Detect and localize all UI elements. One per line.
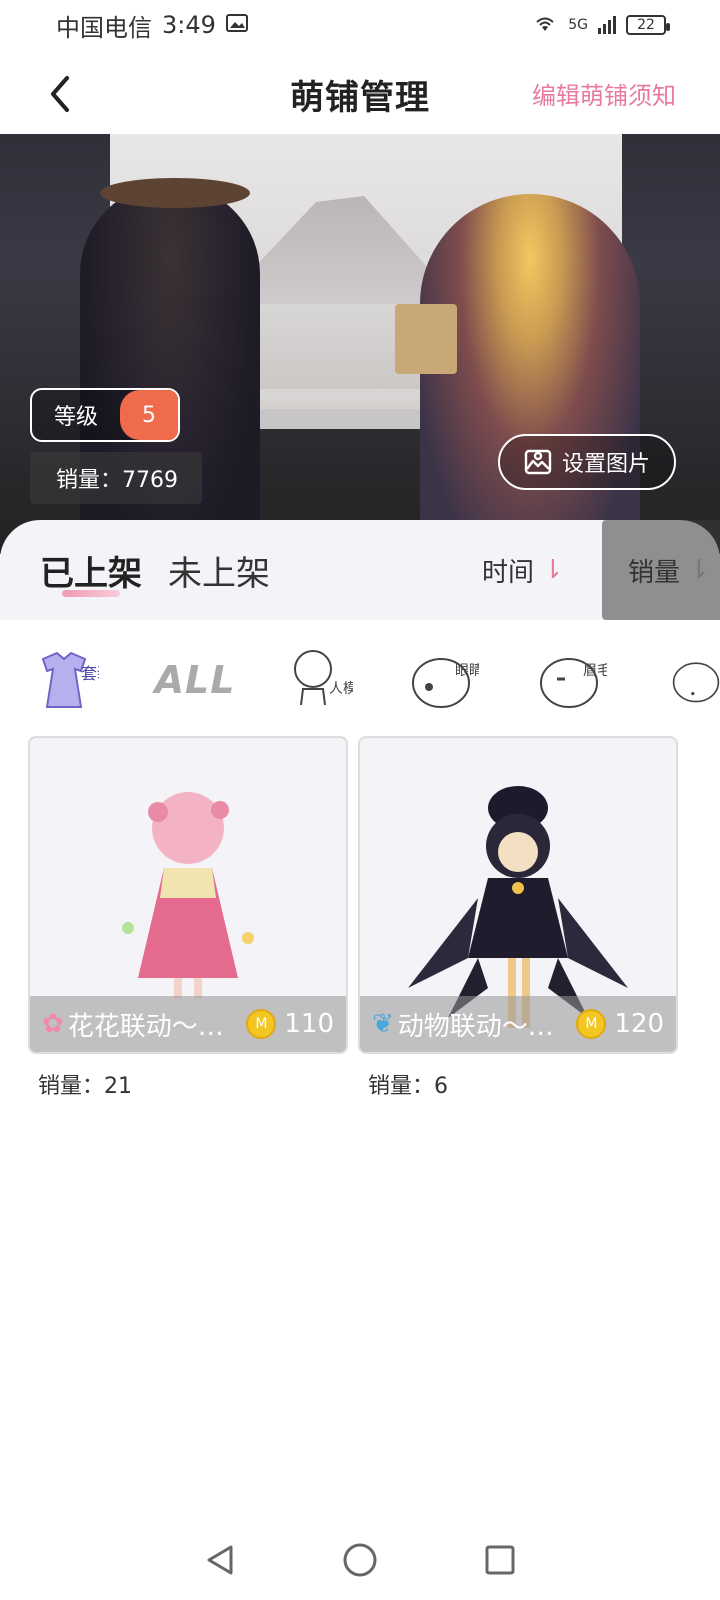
nav-recents-button[interactable]: [480, 1540, 520, 1580]
signal-icon: [598, 16, 616, 34]
status-bar: 中国电信 3:49 5G 22: [0, 0, 720, 50]
product-price: 110: [284, 1009, 334, 1039]
level-value: 5: [120, 390, 178, 440]
sort-sales-label: 销量: [628, 557, 681, 588]
listing-tabs: 已上架 未上架 时间 ⇂ 销量 ⇂: [0, 520, 720, 620]
battery-level: 22: [637, 17, 655, 33]
edit-notice-button[interactable]: 编辑萌铺须知: [532, 76, 676, 111]
nav-bar: 萌铺管理 编辑萌铺须知: [0, 56, 720, 132]
square-recents-icon: [485, 1545, 515, 1575]
product-card[interactable]: ✿ 花花联动～… M 110: [28, 736, 348, 1054]
flower-icon: ✿: [42, 1009, 64, 1039]
product-sales: 销量：6: [368, 1074, 448, 1099]
category-row: 套装 ALL 人模 眼睛 眉毛: [0, 640, 720, 720]
banner-hat: [100, 178, 250, 208]
category-label: 眼睛: [455, 663, 479, 679]
product-bar: ❦ 动物联动～… M 120: [360, 996, 676, 1052]
chevron-left-icon: [51, 76, 69, 112]
network-type: 5G: [568, 17, 588, 33]
category-label: 眉毛: [583, 663, 607, 679]
category-outfit[interactable]: 套装: [28, 644, 100, 716]
image-edit-icon: [524, 449, 552, 475]
product-price: 120: [614, 1009, 664, 1039]
product-sales: 销量：21: [38, 1074, 132, 1099]
product-grid: ✿ 花花联动～… M 110 销量：21 ❦ 动物联动～… M 120 销量：6: [28, 736, 692, 1100]
banner-bag: [395, 304, 457, 374]
category-more[interactable]: [664, 644, 720, 716]
image-icon: [225, 11, 248, 39]
total-sales: 销量：7769: [30, 452, 202, 504]
product-card[interactable]: ❦ 动物联动～… M 120: [358, 736, 678, 1054]
sort-by-time[interactable]: 时间 ⇂: [482, 520, 564, 620]
wifi-icon: [532, 13, 558, 37]
face-icon: [672, 662, 720, 703]
nav-back-button[interactable]: [200, 1540, 240, 1580]
carrier: 中国电信: [56, 13, 152, 42]
circle-home-icon: [343, 1543, 377, 1577]
nav-home-button[interactable]: [340, 1540, 380, 1580]
banner-character-right: [420, 194, 640, 554]
time: 3:49: [162, 11, 216, 39]
category-label: 人模: [329, 681, 353, 697]
eyes-icon: 眼睛: [412, 658, 479, 708]
product-name: 花花联动～…: [67, 1011, 224, 1042]
level-badge: 等级 5: [30, 388, 180, 442]
category-all[interactable]: ALL: [150, 644, 240, 716]
bird-icon: ❦: [372, 1009, 394, 1039]
battery-icon: 22: [626, 15, 670, 35]
set-image-button[interactable]: 设置图片: [498, 434, 676, 490]
coin-icon: M: [576, 1009, 607, 1039]
system-nav: [0, 1520, 720, 1600]
shop-banner: 等级 5 销量：7769 设置图片: [0, 134, 720, 554]
category-all-label: ALL: [154, 658, 236, 702]
category-eyes[interactable]: 眼睛: [408, 644, 480, 716]
level-label: 等级: [53, 405, 98, 430]
eyebrows-icon: 眉毛: [540, 658, 607, 708]
category-model[interactable]: 人模: [282, 644, 354, 716]
sort-arrow-icon: ⇂: [542, 555, 564, 585]
coin-icon: M: [246, 1009, 277, 1039]
set-image-label: 设置图片: [561, 452, 650, 477]
status-left: 中国电信 3:49: [56, 8, 248, 43]
model-icon: 人模: [294, 650, 353, 706]
product-image: [122, 792, 254, 998]
page-title: 萌铺管理: [290, 77, 430, 118]
sort-by-sales[interactable]: 销量 ⇂: [602, 520, 720, 620]
page: 中国电信 3:49 5G 22 萌铺管理 编辑萌铺须知 等级 5 销量：7769…: [0, 0, 720, 1600]
sort-arrow-icon: ⇂: [688, 555, 710, 585]
sort-time-label: 时间: [482, 557, 535, 588]
category-label: 套装: [81, 664, 99, 683]
outfit-icon: 套装: [41, 651, 99, 708]
product-item[interactable]: ❦ 动物联动～… M 120 销量：6: [358, 736, 678, 1100]
product-item[interactable]: ✿ 花花联动～… M 110 销量：21: [28, 736, 348, 1100]
category-eyebrows[interactable]: 眉毛: [536, 644, 608, 716]
status-right: 5G 22: [532, 13, 670, 37]
product-name: 动物联动～…: [397, 1011, 554, 1042]
tab-unlisted[interactable]: 未上架: [168, 546, 270, 595]
triangle-back-icon: [207, 1545, 233, 1575]
back-button[interactable]: [36, 70, 84, 118]
tab-listed[interactable]: 已上架: [40, 546, 142, 597]
product-bar: ✿ 花花联动～… M 110: [30, 996, 346, 1052]
